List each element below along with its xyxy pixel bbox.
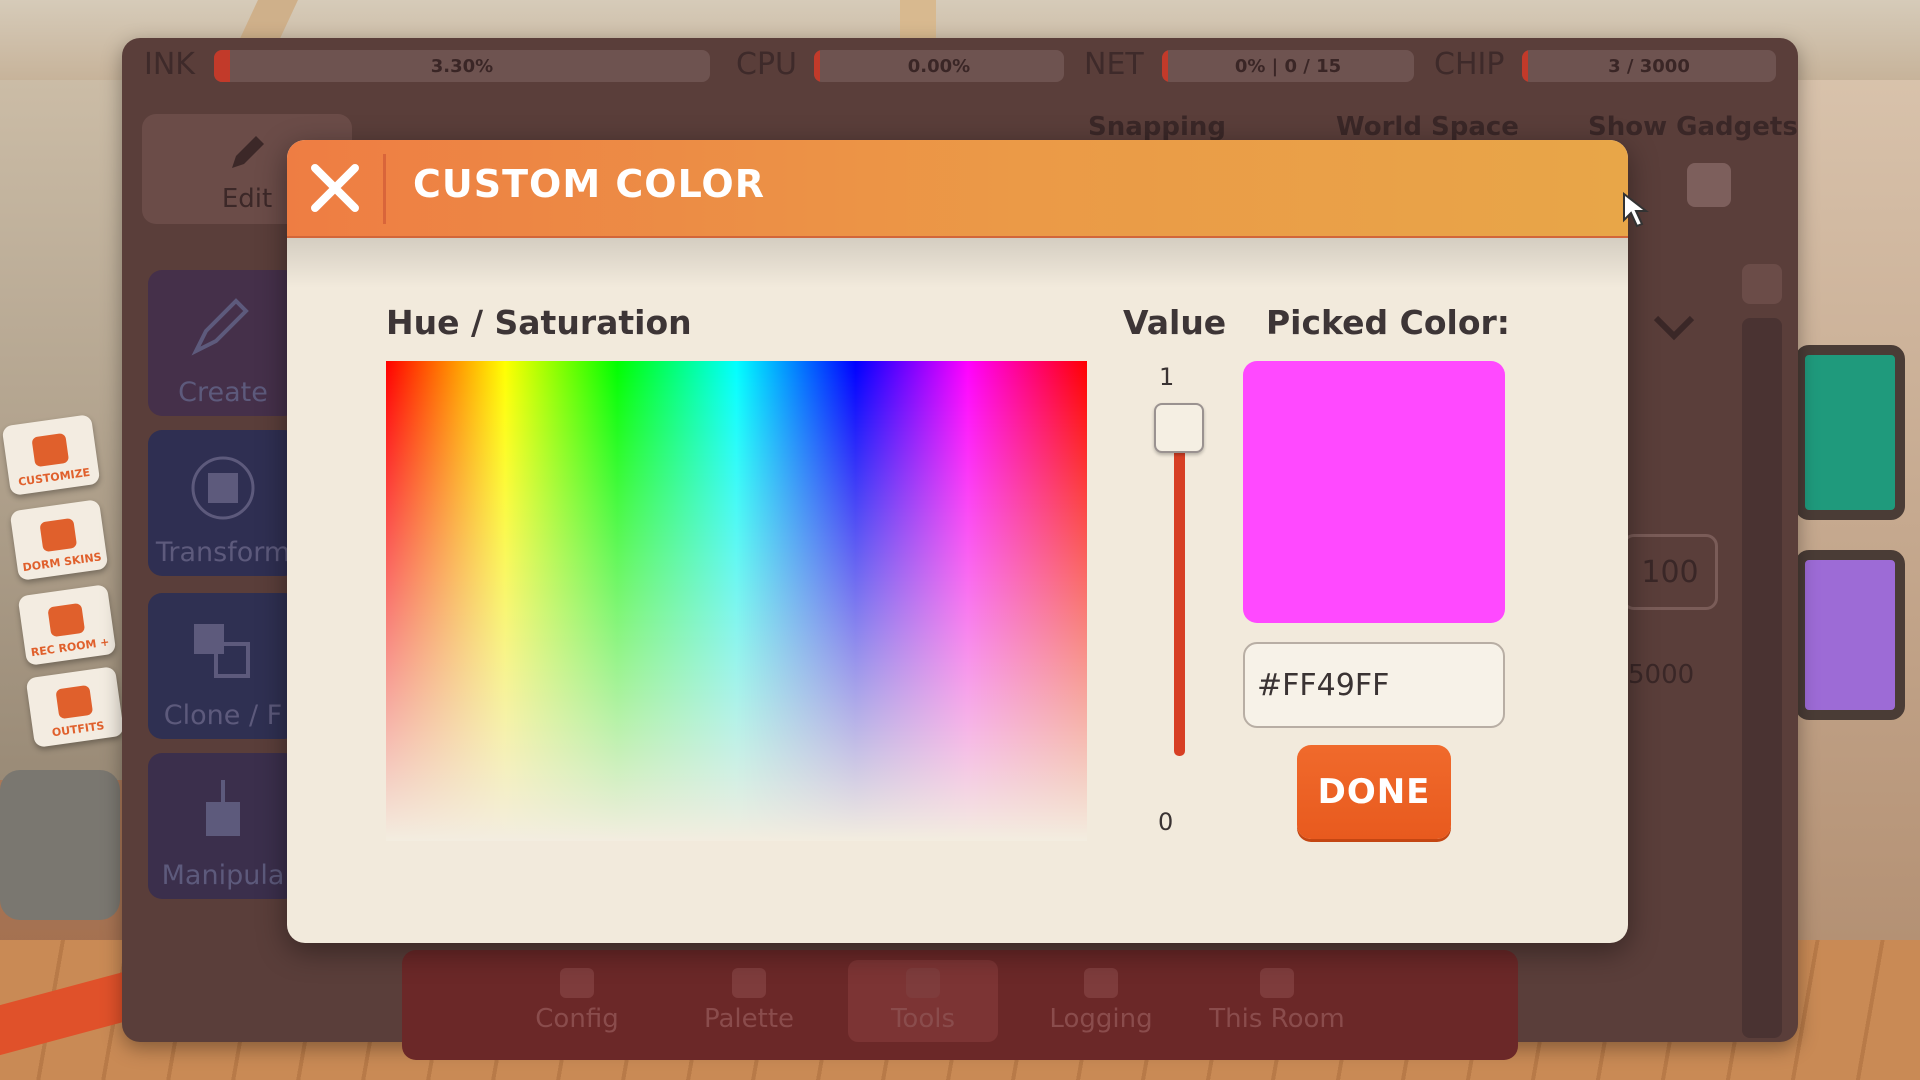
transform-icon bbox=[191, 456, 255, 520]
tab-label: This Room bbox=[1209, 1004, 1345, 1034]
close-icon[interactable] bbox=[307, 160, 363, 216]
tool-label: Clone / F bbox=[163, 700, 283, 731]
tab-label: Palette bbox=[703, 1004, 795, 1034]
dorm-skins-icon bbox=[39, 517, 78, 553]
palette-icon bbox=[732, 968, 766, 998]
snapping-toggle[interactable]: Snapping bbox=[1088, 112, 1226, 142]
show-gadgets-toggle[interactable]: Show Gadgets bbox=[1588, 112, 1798, 142]
scrollbar[interactable] bbox=[1742, 318, 1782, 1038]
tool-manipulate[interactable]: Manipula bbox=[148, 753, 298, 899]
value-slider-track[interactable] bbox=[1174, 428, 1185, 756]
value-slider[interactable] bbox=[1154, 400, 1204, 822]
custom-color-dialog: CUSTOM COLOR Hue / Saturation Value 1 0 … bbox=[287, 140, 1628, 943]
create-pen-icon bbox=[191, 298, 249, 356]
dialog-header: CUSTOM COLOR bbox=[287, 140, 1628, 238]
side-menu-label: DORM SKINS bbox=[21, 550, 103, 575]
chip-meter-fill bbox=[1522, 50, 1529, 82]
cpu-meter: 0.00% bbox=[814, 50, 1064, 82]
hue-saturation-label: Hue / Saturation bbox=[386, 303, 692, 342]
tab-label: Logging bbox=[1049, 1004, 1153, 1034]
outfits-icon bbox=[55, 684, 94, 720]
dialog-title: CUSTOM COLOR bbox=[413, 162, 765, 206]
hue-saturation-picker[interactable] bbox=[386, 361, 1087, 841]
tab-label: Tools bbox=[890, 1004, 956, 1034]
bottom-tab-bar: Config Palette Tools Logging This Room bbox=[402, 950, 1518, 1060]
chip-value: 3 / 3000 bbox=[1608, 55, 1690, 77]
value-slider-knob[interactable] bbox=[1154, 403, 1204, 453]
tool-label: Create bbox=[178, 377, 268, 408]
scroll-up-button[interactable] bbox=[1742, 264, 1782, 304]
background-screen bbox=[1795, 345, 1905, 520]
tab-label: Config bbox=[535, 1004, 619, 1034]
numeric-field-value: 100 bbox=[1641, 554, 1699, 590]
customize-icon bbox=[31, 432, 70, 468]
logging-icon bbox=[1084, 968, 1118, 998]
rec-room-plus-icon bbox=[47, 602, 86, 638]
numeric-field[interactable]: 100 bbox=[1622, 534, 1718, 610]
chip-meter: 3 / 3000 bbox=[1522, 50, 1776, 82]
tab-tools[interactable]: Tools bbox=[848, 960, 998, 1042]
clone-icon bbox=[194, 624, 250, 678]
tool-clone[interactable]: Clone / F bbox=[148, 593, 298, 739]
room-icon bbox=[1260, 968, 1294, 998]
tools-icon bbox=[906, 968, 940, 998]
tool-label: Manipula bbox=[161, 860, 285, 891]
tool-transform[interactable]: Transform bbox=[148, 430, 298, 576]
value-min-label: 0 bbox=[1158, 808, 1174, 836]
ink-value: 3.30% bbox=[430, 55, 494, 77]
stat-label-chip: CHIP bbox=[1434, 47, 1505, 82]
picked-color-label: Picked Color: bbox=[1266, 303, 1510, 342]
background-screen bbox=[1795, 550, 1905, 720]
stat-label-cpu: CPU bbox=[736, 47, 797, 82]
background-chair bbox=[0, 770, 120, 920]
value-max-label: 1 bbox=[1159, 363, 1175, 391]
tab-logging[interactable]: Logging bbox=[1026, 968, 1176, 1034]
tool-label: Transform bbox=[155, 537, 291, 568]
side-menu-outfits[interactable]: OUTFITS bbox=[25, 666, 125, 748]
mouse-cursor-icon bbox=[1623, 192, 1649, 228]
show-gadgets-checkbox[interactable] bbox=[1687, 163, 1731, 207]
tab-this-room[interactable]: This Room bbox=[1202, 968, 1352, 1034]
tab-palette[interactable]: Palette bbox=[674, 968, 824, 1034]
tool-create[interactable]: Create bbox=[148, 270, 298, 416]
side-menu-rec-room-plus[interactable]: REC ROOM + bbox=[17, 584, 117, 666]
cpu-meter-fill bbox=[814, 50, 821, 82]
header-shadow bbox=[287, 238, 1628, 288]
header-divider bbox=[383, 154, 386, 224]
value-label: Value bbox=[1123, 303, 1227, 342]
side-menu-label: CUSTOMIZE bbox=[17, 465, 91, 489]
pencil-icon bbox=[232, 136, 264, 168]
picked-color-swatch bbox=[1243, 361, 1505, 623]
edit-label: Edit bbox=[221, 184, 273, 214]
world-space-toggle[interactable]: World Space bbox=[1336, 112, 1519, 142]
manipulate-icon bbox=[206, 780, 240, 836]
ink-meter-fill bbox=[214, 50, 231, 82]
chevron-down-icon[interactable] bbox=[1652, 306, 1696, 350]
side-menu-customize[interactable]: CUSTOMIZE bbox=[1, 414, 101, 496]
tab-config[interactable]: Config bbox=[502, 968, 652, 1034]
ink-meter: 3.30% bbox=[214, 50, 710, 82]
side-menu-label: OUTFITS bbox=[51, 719, 106, 740]
stat-label-net: NET bbox=[1084, 47, 1144, 82]
done-button[interactable]: DONE bbox=[1297, 745, 1451, 839]
config-icon bbox=[560, 968, 594, 998]
side-menu-label: REC ROOM + bbox=[30, 635, 111, 660]
net-meter: 0% | 0 / 15 bbox=[1162, 50, 1414, 82]
stat-label-ink: INK bbox=[144, 47, 195, 82]
numeric-value: 5000 bbox=[1628, 660, 1695, 690]
hex-color-input[interactable] bbox=[1243, 642, 1505, 728]
net-meter-fill bbox=[1162, 50, 1169, 82]
cpu-value: 0.00% bbox=[907, 55, 971, 77]
side-menu-dorm-skins[interactable]: DORM SKINS bbox=[9, 499, 109, 581]
net-value: 0% | 0 / 15 bbox=[1234, 55, 1342, 77]
stats-bar: INK 3.30% CPU 0.00% NET 0% | 0 / 15 CHIP… bbox=[122, 38, 1798, 92]
